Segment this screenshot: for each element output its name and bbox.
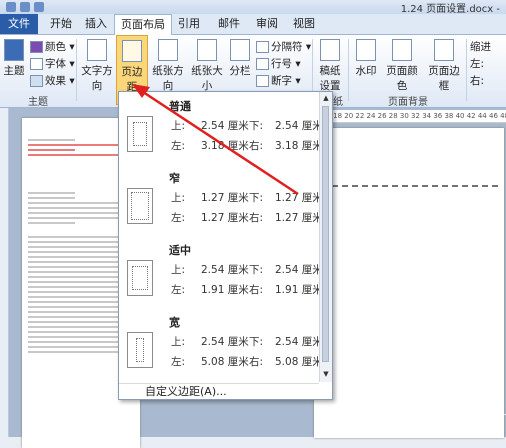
watermark-url: jingyan.baidu.com (428, 412, 506, 422)
annotation-arrow-icon (132, 84, 299, 196)
